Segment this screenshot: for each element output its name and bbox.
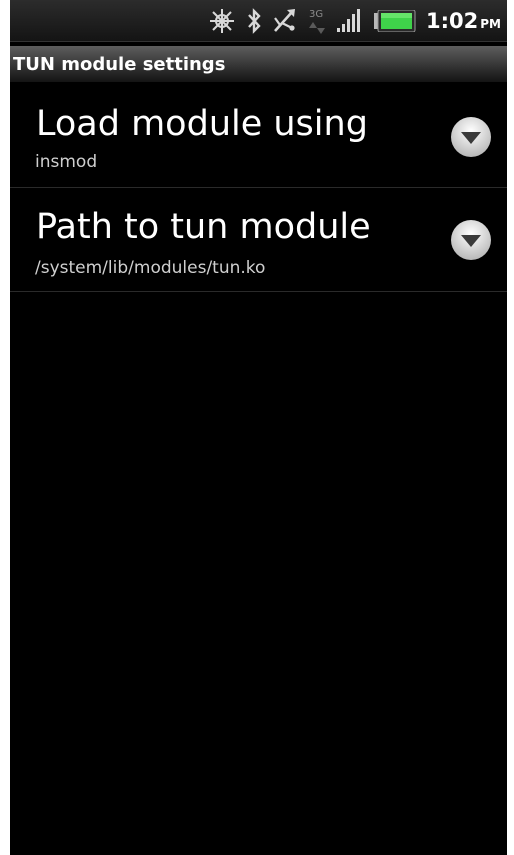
app-screen: 3G 1:02 PM TUN module settings Load modu…: [10, 0, 507, 855]
clock: 1:02 PM: [426, 9, 501, 33]
page-title: TUN module settings: [13, 53, 226, 75]
status-bar: 3G 1:02 PM: [10, 0, 507, 42]
svg-text:3G: 3G: [309, 9, 323, 20]
preference-title: Load module using: [36, 104, 368, 144]
preference-summary: /system/lib/modules/tun.ko: [35, 258, 266, 278]
dropdown-arrow-icon[interactable]: [450, 116, 492, 158]
usb-debugging-icon: [272, 7, 298, 35]
signal-icon: [336, 8, 364, 34]
gps-icon: [208, 7, 236, 35]
preference-load-module[interactable]: Load module using insmod: [10, 86, 507, 188]
battery-icon: [374, 10, 416, 32]
status-icons: 3G 1:02 PM: [208, 0, 507, 42]
dropdown-arrow-icon[interactable]: [450, 219, 492, 261]
preference-summary: insmod: [35, 152, 98, 172]
preference-title: Path to tun module: [36, 207, 371, 247]
3g-data-icon: 3G: [308, 6, 326, 36]
preference-tun-path[interactable]: Path to tun module /system/lib/modules/t…: [10, 189, 507, 292]
title-bar: TUN module settings: [10, 46, 507, 82]
bluetooth-icon: [246, 7, 262, 35]
